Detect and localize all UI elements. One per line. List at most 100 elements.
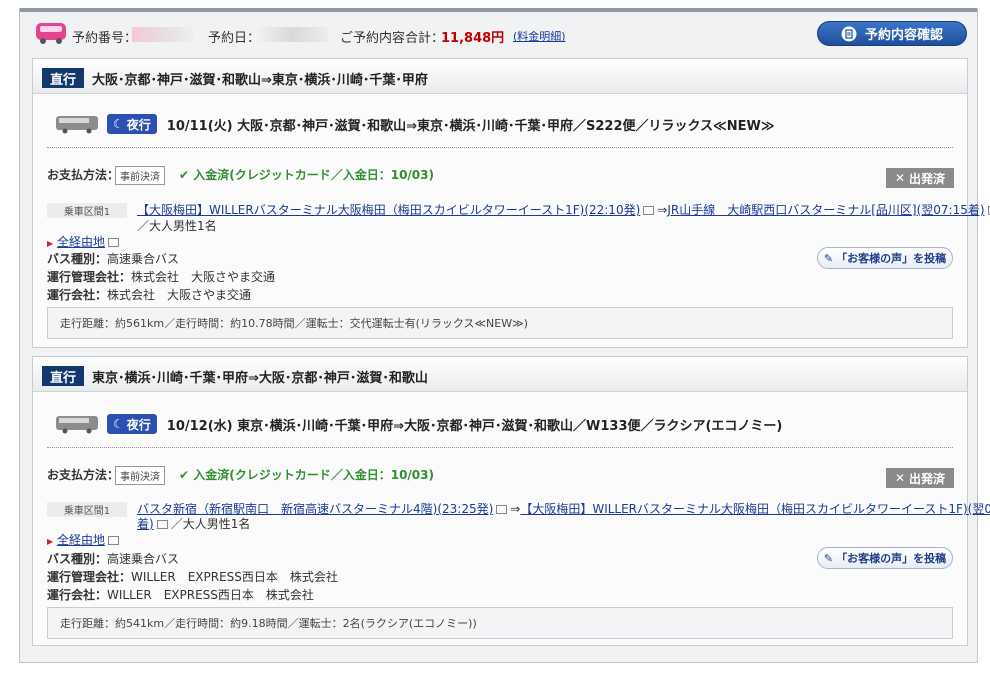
bus-type-value: 高速乗合バス (107, 552, 180, 566)
reservation-number-redacted (132, 27, 194, 42)
post-review-button[interactable]: ✎ 「お客様の声」を投稿 (817, 247, 953, 269)
reservation-summary-bar: 予約番号： 予約日： ご予約内容合計： 11,848円 (料金明細) 予約内容確… (20, 12, 977, 56)
trip-info-box: 走行距離：約541km／走行時間：約9.18時間／運転士：2名(ラクシア(エコノ… (47, 607, 953, 639)
arrow: ⇒ (510, 502, 521, 516)
segment-line: 【大阪梅田】WILLERバスターミナル大阪梅田（梅田スカイビルタワーイースト1F… (137, 201, 990, 218)
x-icon: ✕ (894, 471, 906, 485)
segment-line: バスタ新宿（新宿駅南口 新宿高速バスターミナル4階)(23:25発) ⇒【大阪梅田… (137, 500, 990, 517)
service-row: ☾ 夜行 10/12(水) 東京･横浜･川崎･千葉･甲府⇒大阪･京都･神戸･滋賀… (55, 412, 782, 436)
paid-status: ✔ 入金済(クレジットカード／入金日：10/03) (179, 468, 434, 482)
to-stop-link[interactable]: 【大阪梅田】WILLERバスターミナル大阪梅田（梅田スカイビルタワーイースト1F… (520, 502, 990, 516)
paid-status: ✔ 入金済(クレジットカード／入金日：10/03) (179, 168, 434, 182)
service-detail: 10/12(水) 東京･横浜･川崎･千葉･甲府⇒大阪･京都･神戸･滋賀･和歌山／… (166, 418, 783, 434)
reservation-number-label: 予約番号： (72, 31, 138, 46)
night-badge-label: 夜行 (126, 117, 151, 132)
document-icon (841, 26, 857, 41)
to-stop-link-continued[interactable]: 着) (137, 517, 154, 531)
route-title: 大阪･京都･神戸･滋賀･和歌山⇒東京･横浜･川崎･千葉･甲府 (92, 73, 428, 88)
triangle-icon: ▶ (47, 239, 54, 248)
operator-label: 運行会社： (47, 288, 108, 302)
payment-label: お支払方法： (47, 168, 120, 182)
external-window-icon (643, 206, 655, 215)
route-title: 東京･横浜･川崎･千葉･甲府⇒大阪･京都･神戸･滋賀･和歌山 (92, 371, 428, 386)
departed-badge: ✕ 出発済 (886, 168, 954, 188)
post-review-button[interactable]: ✎ 「お客様の声」を投稿 (817, 547, 953, 569)
trip-header: 直行 大阪･京都･神戸･滋賀･和歌山⇒東京･横浜･川崎･千葉･甲府 (33, 59, 967, 94)
trip-header: 直行 東京･横浜･川崎･千葉･甲府⇒大阪･京都･神戸･滋賀･和歌山 (33, 357, 967, 392)
gray-bus-icon (56, 116, 98, 134)
operator-label: 運行会社： (47, 588, 108, 602)
bus-type-label: バス種別： (47, 552, 108, 566)
from-stop-link[interactable]: 【大阪梅田】WILLERバスターミナル大阪梅田（梅田スカイビルタワーイースト1F… (137, 203, 640, 217)
external-window-icon (108, 238, 119, 247)
bus-type-row: バス種別：高速乗合バス (47, 250, 179, 267)
pencil-icon: ✎ (823, 551, 834, 565)
operator-value: 株式会社 大阪さやま交通 (107, 288, 252, 302)
moon-icon: ☾ (113, 117, 124, 131)
segment-label: 乗車区間1 (47, 502, 127, 517)
payment-method-chip: 事前決済 (115, 166, 165, 185)
operator-row: 運行会社：株式会社 大阪さやま交通 (47, 286, 251, 303)
all-stops: ▶ 全経由地 (47, 531, 122, 548)
to-stop-link[interactable]: JR山手線 大崎駅西口バスターミナル[品川区](翌07:15着) (667, 203, 984, 217)
departed-label: 出発済 (909, 171, 946, 186)
bus-type-row: バス種別：高速乗合バス (47, 550, 179, 567)
trip-info: 走行距離：約541km／走行時間：約9.18時間／運転士：2名(ラクシア(エコノ… (60, 617, 477, 630)
pink-bus-icon (36, 23, 66, 44)
pencil-icon: ✎ (823, 251, 834, 265)
operator-mgmt-value: 株式会社 大阪さやま交通 (131, 270, 276, 284)
operator-mgmt-row: 運行管理会社：WILLER EXPRESS西日本 株式会社 (47, 568, 338, 585)
arrow: ⇒ (657, 203, 668, 217)
moon-icon: ☾ (113, 417, 124, 431)
all-stops-link[interactable]: 全経由地 (57, 533, 105, 547)
total-label: ご予約内容合計： (340, 31, 445, 46)
operator-mgmt-label: 運行管理会社： (47, 270, 132, 284)
departed-label: 出発済 (909, 471, 946, 486)
night-badge: ☾ 夜行 (107, 414, 157, 434)
confirm-reservation-button[interactable]: 予約内容確認 (817, 21, 967, 46)
from-stop-link[interactable]: バスタ新宿（新宿駅南口 新宿高速バスターミナル4階)(23:25発) (137, 502, 493, 516)
all-stops-link[interactable]: 全経由地 (57, 235, 105, 249)
post-review-label: 「お客様の声」を投稿 (836, 552, 947, 565)
reservation-date-label: 予約日： (208, 31, 261, 46)
operator-mgmt-value: WILLER EXPRESS西日本 株式会社 (131, 570, 338, 584)
night-badge-label: 夜行 (126, 417, 151, 432)
trip-card-1: 直行 大阪･京都･神戸･滋賀･和歌山⇒東京･横浜･川崎･千葉･甲府 ☾ 夜行 1… (32, 58, 990, 348)
operator-row: 運行会社：WILLER EXPRESS西日本 株式会社 (47, 586, 314, 603)
operator-mgmt-row: 運行管理会社：株式会社 大阪さやま交通 (47, 268, 275, 285)
operator-value: WILLER EXPRESS西日本 株式会社 (107, 588, 314, 602)
confirm-button-label: 予約内容確認 (864, 28, 943, 43)
service-detail: 10/11(火) 大阪･京都･神戸･滋賀･和歌山⇒東京･横浜･川崎･千葉･甲府／… (166, 118, 775, 134)
trip-info: 走行距離：約561km／走行時間：約10.78時間／運転士：交代運転士有(リラッ… (60, 317, 528, 330)
bus-type-value: 高速乗合バス (107, 252, 180, 266)
gray-bus-icon (56, 416, 98, 434)
reservation-panel: 予約番号： 予約日： ご予約内容合計： 11,848円 (料金明細) 予約内容確… (19, 8, 990, 663)
payment-label: お支払方法： (47, 468, 120, 482)
segment-line-continued: 着) ／大人男性1名 (137, 515, 250, 532)
fee-detail-link[interactable]: (料金明細) (513, 28, 566, 44)
payment-method-chip: 事前決済 (115, 466, 165, 485)
service-row: ☾ 夜行 10/11(火) 大阪･京都･神戸･滋賀･和歌山⇒東京･横浜･川崎･千… (55, 112, 774, 136)
external-window-icon (496, 505, 508, 514)
operator-mgmt-label: 運行管理会社： (47, 570, 132, 584)
night-badge: ☾ 夜行 (107, 114, 157, 134)
passengers: ／大人男性1名 (170, 517, 251, 531)
direct-tag: 直行 (42, 366, 84, 386)
trip-card-2: 直行 東京･横浜･川崎･千葉･甲府⇒大阪･京都･神戸･滋賀･和歌山 ☾ 夜行 1… (32, 356, 990, 646)
x-icon: ✕ (894, 171, 906, 185)
all-stops: ▶ 全経由地 (47, 233, 122, 250)
external-window-icon (108, 536, 119, 545)
passengers: ／大人男性1名 (137, 219, 217, 233)
reservation-date-redacted (256, 27, 328, 42)
departed-badge: ✕ 出発済 (886, 468, 954, 488)
direct-tag: 直行 (42, 68, 84, 88)
divider (47, 147, 953, 148)
trip-info-box: 走行距離：約561km／走行時間：約10.78時間／運転士：交代運転士有(リラッ… (47, 307, 953, 339)
divider (47, 447, 953, 448)
triangle-icon: ▶ (47, 537, 54, 546)
segment-label: 乗車区間1 (47, 203, 127, 218)
external-window-icon (156, 520, 168, 529)
post-review-label: 「お客様の声」を投稿 (836, 252, 947, 265)
bus-type-label: バス種別： (47, 252, 108, 266)
total-value: 11,848円 (441, 31, 505, 46)
